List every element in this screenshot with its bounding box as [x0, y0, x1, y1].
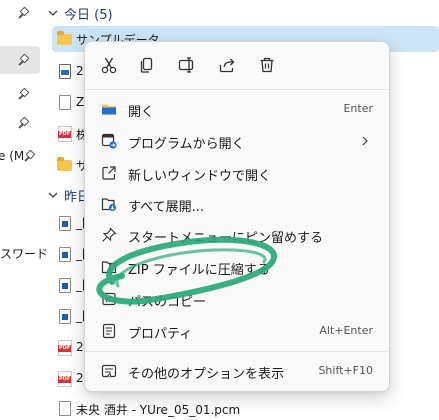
- chevron-right-icon: [362, 136, 368, 146]
- menu-item-compress-zip[interactable]: ZIP ファイルに圧縮する: [89, 251, 385, 283]
- pdf-icon: PDF: [58, 340, 72, 356]
- zip-icon: [101, 261, 117, 274]
- folder-icon: [57, 31, 72, 45]
- copy-button[interactable]: [132, 50, 162, 80]
- pin-icon: [102, 227, 117, 242]
- menu-item-label: 新しいウィンドウで開く: [128, 169, 272, 184]
- chevron-down-icon: [48, 192, 58, 198]
- cut-button[interactable]: [94, 50, 124, 80]
- quick-access-pane: e (M スワード: [0, 0, 48, 420]
- document-icon: [59, 216, 71, 231]
- delete-button[interactable]: [252, 50, 282, 80]
- group-header-today[interactable]: 今日 (5): [42, 1, 113, 25]
- quick-access-item[interactable]: [0, 112, 40, 140]
- document-icon: [59, 95, 71, 110]
- pin-icon: [18, 6, 30, 20]
- document-icon: [59, 401, 71, 416]
- context-menu: 開く Enter プログラムから開く 新しいウィンドウで開く すべて展開... …: [84, 41, 390, 392]
- new-window-icon: [102, 166, 116, 180]
- pdf-badge: PDF: [58, 131, 72, 138]
- folder-open-icon: [102, 104, 116, 115]
- quick-access-item-selected[interactable]: [0, 46, 40, 74]
- pdf-icon: PDF: [58, 371, 72, 387]
- quick-access-label: スワード: [0, 247, 49, 261]
- folder-icon: [57, 157, 72, 171]
- pin-icon: [18, 53, 30, 67]
- pin-icon: [18, 87, 30, 101]
- pin-icon: [18, 116, 30, 130]
- document-icon: [59, 309, 71, 324]
- menu-item-properties[interactable]: プロパティ Alt+Enter: [89, 315, 385, 347]
- document-icon: [59, 278, 71, 293]
- file-name: Z: [76, 95, 85, 109]
- chevron-down-icon: [48, 10, 58, 16]
- rename-icon: [178, 57, 194, 73]
- file-explorer-window: e (M スワード 今日 (5) サンプルデータ 22 Z PDF 株: [0, 0, 439, 420]
- menu-item-copy-path[interactable]: パスのコピー: [89, 283, 385, 315]
- extract-icon: [101, 198, 117, 212]
- pdf-badge: PDF: [58, 376, 72, 383]
- menu-item-pin-to-start[interactable]: スタートメニューにピン留めする: [89, 219, 385, 251]
- image-icon: [59, 64, 71, 79]
- copy-icon: [140, 57, 153, 73]
- properties-icon: [102, 323, 116, 339]
- cut-icon: [101, 57, 117, 74]
- copy-path-icon: [102, 292, 116, 306]
- open-with-icon: [101, 133, 117, 149]
- menu-item-label: すべて展開...: [128, 200, 204, 215]
- share-icon: [219, 58, 235, 73]
- menu-item-show-more-options[interactable]: その他のオプションを表示 Shift+F10: [89, 355, 385, 387]
- menu-item-open-with[interactable]: プログラムから開く: [89, 125, 385, 157]
- menu-item-shortcut: Shift+F10: [318, 364, 373, 377]
- menu-item-label: 開く: [128, 105, 155, 120]
- group-label: 今日 (5): [64, 7, 113, 23]
- menu-item-shortcut: Alt+Enter: [319, 324, 373, 337]
- pin-icon: [24, 149, 36, 163]
- group-header-yesterday[interactable]: 昨日: [42, 183, 90, 207]
- share-button[interactable]: [212, 50, 242, 80]
- document-icon: [59, 247, 71, 262]
- more-options-icon: [101, 364, 117, 378]
- menu-separator: [85, 351, 389, 352]
- delete-icon: [260, 57, 274, 73]
- quick-access-label: e (M: [0, 149, 25, 163]
- pdf-badge: PDF: [58, 345, 72, 352]
- quick-access-item[interactable]: スワード: [0, 240, 48, 268]
- menu-item-label: パスのコピー: [128, 295, 207, 310]
- menu-separator: [85, 89, 389, 90]
- menu-item-shortcut: Enter: [343, 102, 373, 115]
- menu-item-label: プロパティ: [128, 327, 193, 342]
- menu-item-label: プログラムから開く: [128, 137, 245, 152]
- quick-access-item[interactable]: e (M: [0, 144, 40, 172]
- rename-button[interactable]: [172, 50, 202, 80]
- menu-item-open[interactable]: 開く Enter: [89, 93, 385, 125]
- menu-item-extract-all[interactable]: すべて展開...: [89, 188, 385, 220]
- quick-access-item[interactable]: [0, 82, 40, 110]
- menu-item-label: ZIP ファイルに圧縮する: [128, 263, 270, 278]
- pdf-icon: PDF: [58, 126, 72, 142]
- menu-item-label: スタートメニューにピン留めする: [128, 231, 324, 246]
- quick-access-item[interactable]: [0, 6, 40, 36]
- quick-action-bar: [85, 42, 389, 88]
- menu-item-label: その他のオプションを表示: [128, 367, 285, 382]
- file-name: 未央 酒井 - YUre_05_01.pcm: [76, 403, 241, 417]
- menu-item-new-window[interactable]: 新しいウィンドウで開く: [89, 157, 385, 189]
- list-item[interactable]: 未央 酒井 - YUre_05_01.pcm: [52, 396, 439, 420]
